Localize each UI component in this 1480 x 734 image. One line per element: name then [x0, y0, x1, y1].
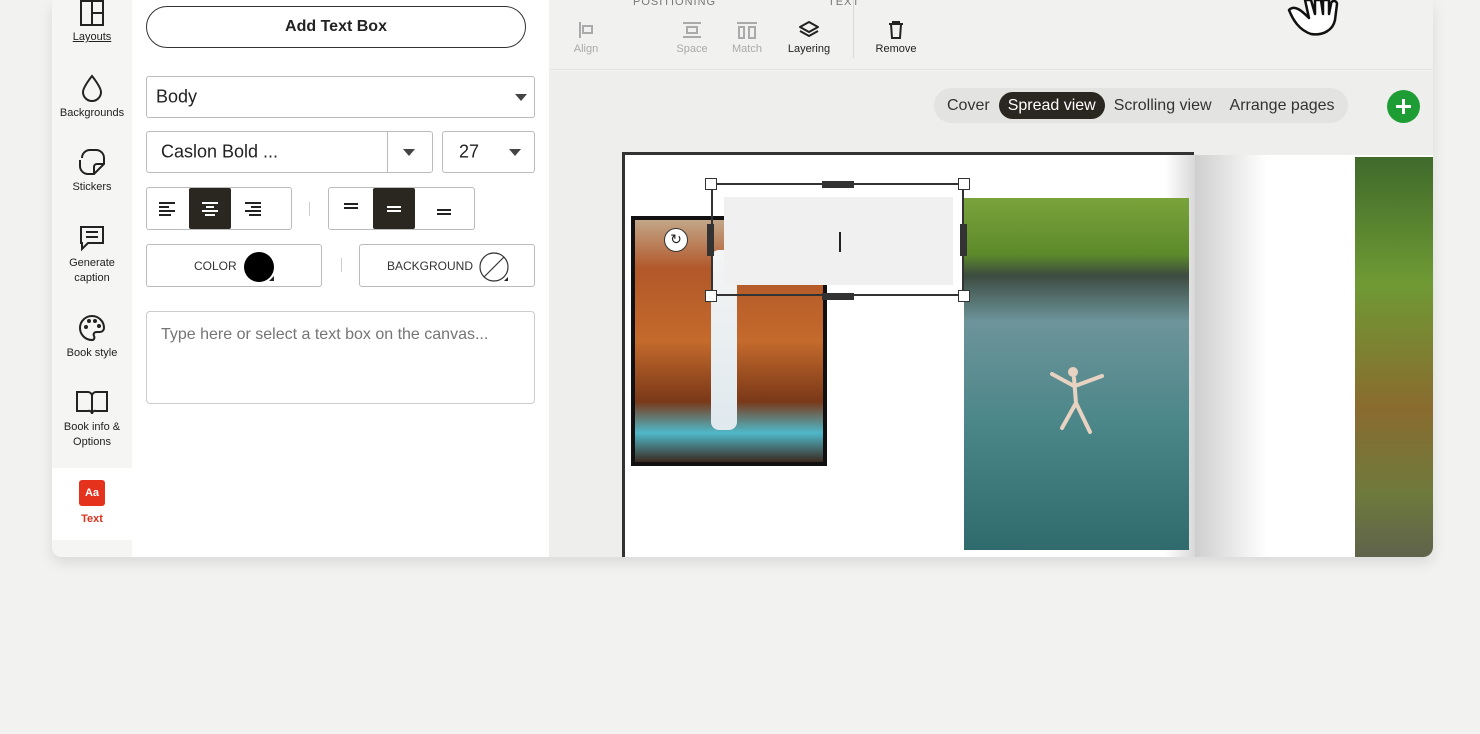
- layering-tool-button[interactable]: Layering: [779, 20, 839, 55]
- sidebar-item-label: Text: [81, 513, 103, 525]
- font-family-value: Caslon Bold ...: [161, 141, 279, 162]
- spacing-top-icon: [344, 202, 358, 209]
- toolbar-divider: [309, 202, 310, 216]
- toolbar-divider: [341, 258, 342, 272]
- align-center-button[interactable]: [189, 188, 231, 229]
- resize-handle-bottom-left[interactable]: [705, 290, 717, 302]
- forest-photo[interactable]: [1355, 157, 1433, 557]
- caption-icon: [80, 226, 104, 252]
- text-panel: Add Text Box Body Caslon Bold ... 27 COL…: [132, 0, 549, 557]
- text-group-title: TEXT: [828, 0, 861, 8]
- spacing-top-button[interactable]: [329, 188, 373, 229]
- sidebar-item-label: Backgrounds: [59, 107, 125, 119]
- book-icon: [76, 391, 108, 415]
- select-divider: [387, 132, 388, 172]
- align-tool-label: Align: [573, 43, 599, 55]
- resize-handle-bottom-right[interactable]: [958, 290, 970, 302]
- remove-tool-label: Remove: [875, 43, 917, 55]
- match-tool-icon: [737, 22, 757, 39]
- space-tool-label: Space: [676, 43, 708, 55]
- layers-icon: [799, 21, 819, 37]
- match-tool-button[interactable]: Match: [717, 20, 777, 55]
- tab-scrolling-view[interactable]: Scrolling view: [1105, 92, 1221, 119]
- text-style-select[interactable]: Body: [146, 76, 535, 118]
- tab-arrange-pages[interactable]: Arrange pages: [1221, 92, 1344, 119]
- sticker-icon: [79, 149, 105, 175]
- layouts-icon: [80, 0, 104, 26]
- sidebar-item-stickers[interactable]: Stickers: [52, 148, 132, 195]
- swimmer-figure: [1050, 367, 1104, 434]
- resize-handle-bottom[interactable]: [822, 293, 854, 300]
- remove-tool-button[interactable]: Remove: [866, 20, 926, 55]
- resize-handle-top[interactable]: [822, 181, 854, 188]
- space-tool-icon: [683, 22, 701, 38]
- align-right-button[interactable]: [231, 188, 273, 229]
- selected-text-box[interactable]: [711, 183, 964, 296]
- chevron-down-icon: [403, 149, 415, 156]
- text-color-picker[interactable]: COLOR: [146, 244, 322, 287]
- text-align-group: [146, 187, 292, 230]
- tool-sidebar: Layouts Backgrounds Stickers Generate ca…: [52, 0, 132, 557]
- hand-cursor-icon: [1287, 0, 1339, 36]
- text-aa-icon: Aa: [79, 480, 105, 506]
- background-label: BACKGROUND: [387, 259, 474, 273]
- align-right-icon: [245, 201, 261, 216]
- match-tool-label: Match: [732, 43, 762, 55]
- text-content-input[interactable]: [146, 311, 535, 404]
- text-style-value: Body: [156, 86, 198, 107]
- font-size-select[interactable]: 27: [442, 131, 535, 173]
- sidebar-item-book-style[interactable]: Book style: [52, 314, 132, 361]
- resize-handle-right[interactable]: [960, 224, 967, 256]
- sidebar-item-label: Generate caption: [69, 257, 115, 284]
- layering-tool-label: Layering: [787, 43, 831, 55]
- palette-icon: [79, 314, 106, 342]
- sidebar-item-backgrounds[interactable]: Backgrounds: [52, 74, 132, 121]
- view-tabs: Cover Spread view Scrolling view Arrange…: [934, 88, 1348, 123]
- sidebar-item-label: Stickers: [72, 181, 112, 193]
- sidebar-item-label: Book info & Options: [63, 421, 121, 448]
- spread-canvas[interactable]: Cover Spread view Scrolling view Arrange…: [549, 71, 1433, 557]
- drop-icon: [81, 74, 103, 102]
- sidebar-item-text[interactable]: Aa Text: [52, 468, 132, 540]
- font-family-select[interactable]: Caslon Bold ...: [146, 131, 433, 173]
- no-fill-icon: [479, 252, 509, 282]
- rotate-icon[interactable]: ↻: [664, 228, 688, 252]
- spacing-bottom-button[interactable]: [415, 188, 473, 229]
- align-center-icon: [202, 201, 218, 216]
- trash-icon: [889, 21, 903, 39]
- add-page-button[interactable]: [1387, 90, 1420, 123]
- align-tool-icon: [579, 22, 593, 38]
- resize-handle-top-left[interactable]: [705, 178, 717, 190]
- align-left-button[interactable]: [147, 188, 189, 229]
- color-label: COLOR: [194, 259, 237, 273]
- align-tool-button[interactable]: Align: [556, 20, 616, 55]
- tab-cover[interactable]: Cover: [938, 92, 999, 119]
- align-left-icon: [159, 201, 175, 216]
- background-color-picker[interactable]: BACKGROUND: [359, 244, 535, 287]
- sidebar-item-layouts[interactable]: Layouts: [52, 0, 132, 54]
- positioning-group-title: POSITIONING: [633, 0, 717, 8]
- add-text-box-button[interactable]: Add Text Box: [146, 6, 526, 48]
- toolbar-divider: [853, 0, 854, 58]
- spacing-middle-button[interactable]: [373, 188, 415, 229]
- sidebar-item-label: Book style: [66, 347, 118, 359]
- font-size-value: 27: [459, 141, 480, 162]
- chevron-down-icon: [515, 94, 527, 101]
- chevron-down-icon: [509, 149, 521, 156]
- line-spacing-group: [328, 187, 475, 230]
- spacing-middle-icon: [387, 205, 401, 212]
- sidebar-item-generate-caption[interactable]: Generate caption: [52, 224, 132, 286]
- resize-handle-top-right[interactable]: [958, 178, 970, 190]
- pool-swimmer-photo[interactable]: [964, 198, 1189, 550]
- spacing-bottom-icon: [437, 208, 451, 215]
- sidebar-item-book-info[interactable]: Book info & Options: [52, 388, 132, 450]
- resize-handle-left[interactable]: [707, 224, 714, 256]
- photo-book-editor: Layouts Backgrounds Stickers Generate ca…: [52, 0, 1433, 557]
- text-cursor: [839, 232, 841, 252]
- sidebar-item-label: Layouts: [72, 31, 112, 43]
- space-tool-button[interactable]: Space: [662, 20, 722, 55]
- swatch-corner-icon: [269, 276, 274, 281]
- tab-spread-view[interactable]: Spread view: [998, 92, 1105, 119]
